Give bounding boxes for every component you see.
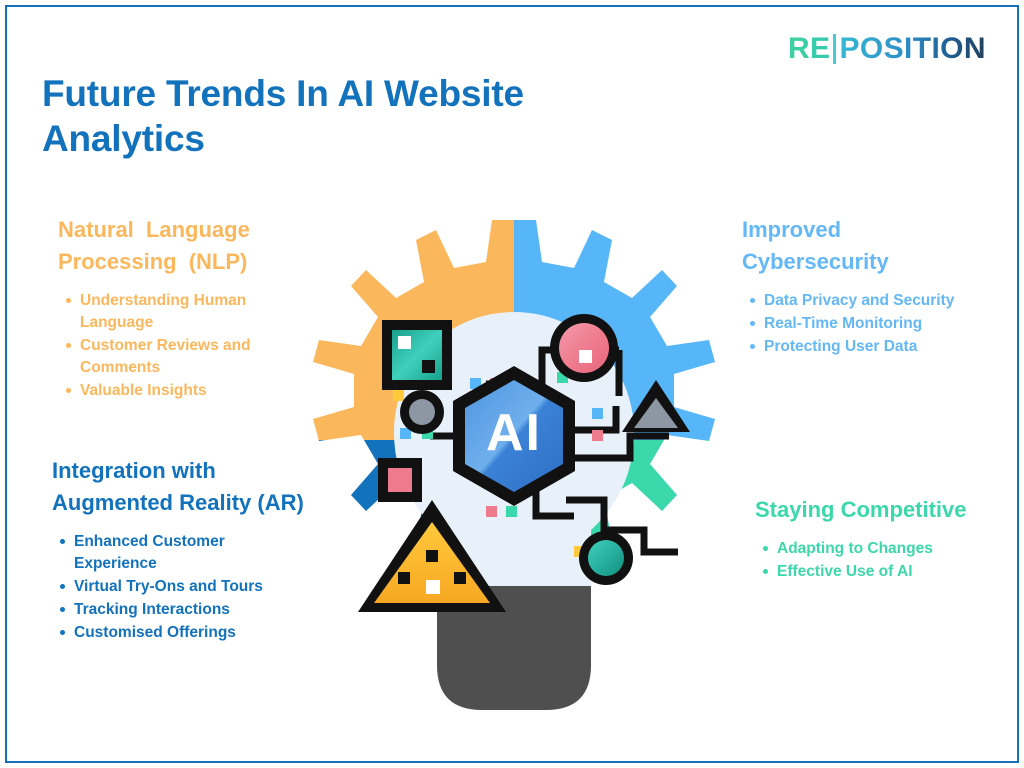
logo-text-re: RE: [787, 32, 831, 65]
topic-heading-augmented-reality: Integration with Augmented Reality (AR): [52, 458, 304, 515]
gray-circle-icon: [400, 390, 444, 434]
list-item: Effective Use of AI: [763, 561, 995, 583]
topic-block-augmented-reality: Integration with Augmented Reality (AR) …: [52, 455, 310, 645]
topic-heading-cybersecurity: Improved Cybersecurity: [742, 217, 889, 274]
bullet-list-nlp: Understanding Human Language Customer Re…: [58, 290, 310, 402]
bullet-list-staying-competitive: Adapting to Changes Effective Use of AI: [755, 538, 995, 583]
ai-lightbulb-gear-illustration: AI: [274, 200, 754, 740]
topic-block-nlp: Natural Language Processing (NLP) Unders…: [58, 214, 310, 403]
bullet-list-cybersecurity: Data Privacy and Security Real-Time Moni…: [742, 290, 992, 358]
list-item: Real-Time Monitoring: [750, 313, 992, 335]
logo-text-position: POSITION: [839, 32, 986, 65]
bullet-list-augmented-reality: Enhanced Customer Experience Virtual Try…: [52, 531, 310, 644]
topic-block-staying-competitive: Staying Competitive Adapting to Changes …: [755, 494, 995, 584]
slide-canvas: Future Trends In AI Website Analytics RE…: [0, 0, 1024, 768]
teal-square-icon: [382, 320, 452, 390]
list-item: Data Privacy and Security: [750, 290, 992, 312]
topic-heading-nlp: Natural Language Processing (NLP): [58, 217, 250, 274]
logo-divider-bar: [833, 34, 837, 64]
topic-block-cybersecurity: Improved Cybersecurity Data Privacy and …: [742, 214, 992, 359]
brand-logo: RE POSITION: [788, 32, 986, 66]
pink-circle-icon: [550, 314, 618, 382]
pink-square-icon: [378, 458, 422, 502]
page-title: Future Trends In AI Website Analytics: [42, 72, 524, 159]
topic-heading-staying-competitive: Staying Competitive: [755, 497, 967, 522]
list-item: Protecting User Data: [750, 336, 992, 358]
ai-hexagon-label: AI: [486, 404, 542, 462]
list-item: Adapting to Changes: [763, 538, 995, 560]
teal-circle-icon: [579, 531, 633, 585]
